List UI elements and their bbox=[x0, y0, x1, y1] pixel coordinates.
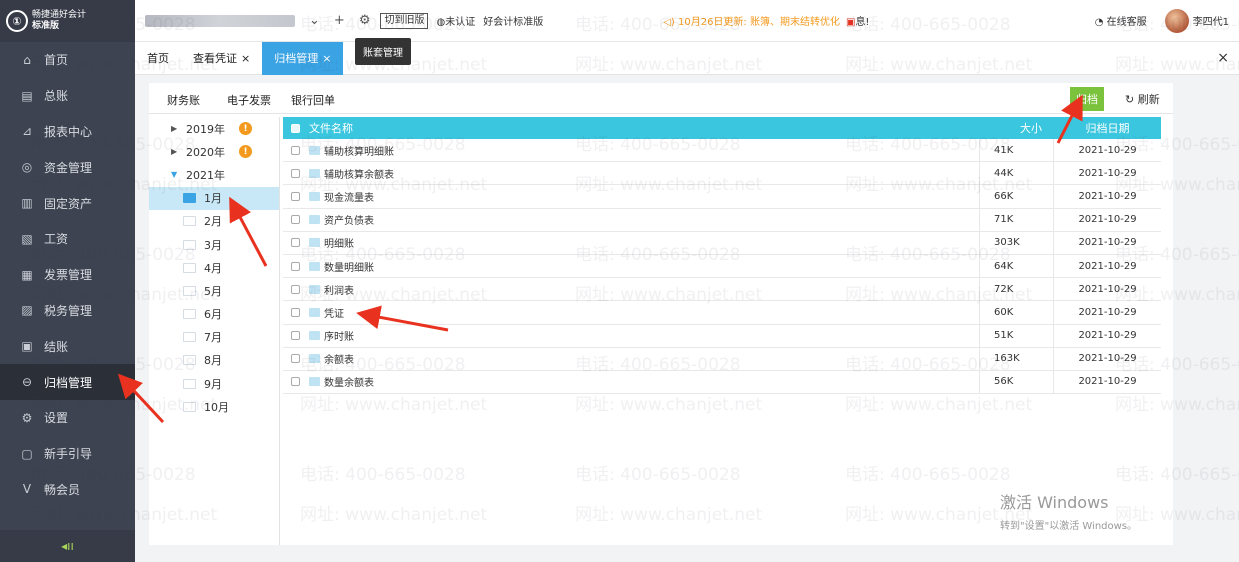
arrow-to-archive-button bbox=[1056, 94, 1083, 144]
arrow-to-january bbox=[229, 196, 268, 267]
annotation-arrows bbox=[117, 94, 1083, 424]
arrow-to-voucher bbox=[356, 305, 449, 332]
arrow-to-archive-menu bbox=[117, 373, 165, 424]
